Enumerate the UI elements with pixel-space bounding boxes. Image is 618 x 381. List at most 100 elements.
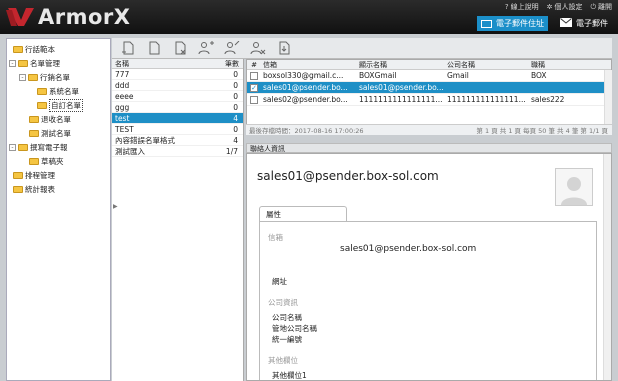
import-icon bbox=[279, 41, 290, 55]
app-name: ArmorX bbox=[38, 5, 131, 29]
folder-icon bbox=[18, 143, 28, 151]
doc-plus-icon bbox=[122, 41, 134, 55]
contact-row-selected[interactable]: ✓ sales01@psender.bo... sales01@psender.… bbox=[247, 82, 611, 94]
collapse-icon[interactable]: - bbox=[9, 143, 16, 151]
doc-x-icon bbox=[175, 41, 186, 55]
company-info-section-label: 公司資訊 bbox=[268, 298, 298, 307]
armorx-logo[interactable]: ArmorX bbox=[6, 6, 130, 28]
contact-details-panel: sales01@psender.box-sol.com 屬性 信箱 sales0… bbox=[246, 153, 612, 381]
envelope-icon bbox=[560, 18, 572, 29]
row-checkbox[interactable] bbox=[250, 95, 258, 104]
details-scrollbar[interactable] bbox=[603, 154, 611, 380]
mail-value: sales01@psender.box-sol.com bbox=[340, 244, 477, 254]
group-row[interactable]: 測試匯入 1/7 bbox=[112, 146, 243, 157]
folder-icon bbox=[28, 73, 38, 81]
folder-icon bbox=[37, 87, 47, 95]
group-count-header[interactable]: 筆數 bbox=[222, 59, 239, 68]
list-toolbar bbox=[112, 38, 612, 59]
question-icon: ? bbox=[504, 3, 509, 11]
group-row[interactable]: ggg 0 bbox=[112, 102, 243, 113]
delete-list-button[interactable] bbox=[172, 40, 188, 56]
tab-address-book[interactable]: 電子郵件住址 bbox=[477, 16, 548, 31]
group-list: 名稱 筆數 777 0 ddd 0 eeee 0 ggg 0 test 4 TEST 0 內… bbox=[112, 59, 244, 381]
contact-title: sales01@psender.box-sol.com bbox=[257, 169, 439, 183]
folder-icon bbox=[13, 171, 23, 179]
last-saved-text: 最後存檔時間：2017-08-16 17:00:26 bbox=[249, 127, 364, 135]
help-link[interactable]: ? 線上說明 bbox=[505, 2, 539, 12]
person-silhouette-icon bbox=[561, 177, 587, 205]
add-contact-button[interactable] bbox=[198, 40, 214, 56]
group-list-header: 名稱 筆數 bbox=[112, 59, 243, 69]
sidebar-item-schedule[interactable]: 排程管理 bbox=[13, 169, 55, 181]
logo-mark-icon bbox=[6, 6, 36, 28]
pagination-controls[interactable]: 第 1 頁 共 1 頁 每頁 50 筆 共 4 筆 第 1/1 頁 bbox=[476, 125, 612, 135]
sidebar-item-bounce-list[interactable]: 退收名單 bbox=[29, 113, 71, 125]
sidebar-item-marketing-list[interactable]: - 行銷名單 bbox=[19, 71, 70, 83]
expand-arrow-icon[interactable]: ▶ bbox=[113, 203, 118, 210]
group-row[interactable]: TEST 0 bbox=[112, 124, 243, 135]
sidebar-item-system-list[interactable]: 系統名單 bbox=[37, 85, 79, 97]
folder-icon bbox=[13, 185, 23, 193]
group-row[interactable]: eeee 0 bbox=[112, 91, 243, 102]
sidebar-item-drafts[interactable]: 草稿夾 bbox=[29, 155, 64, 167]
col-num-header[interactable]: # bbox=[247, 61, 261, 69]
tab-properties[interactable]: 屬性 bbox=[259, 206, 347, 222]
contacts-scrollbar[interactable] bbox=[604, 70, 612, 124]
properties-body: 信箱 sales01@psender.box-sol.com 網址 公司資訊 公… bbox=[259, 221, 597, 380]
other-section-label: 其他欄位 bbox=[268, 356, 298, 365]
sidebar-item-custom-list[interactable]: 自訂名單 bbox=[37, 98, 83, 112]
folder-icon bbox=[13, 45, 23, 53]
edit-list-button[interactable] bbox=[146, 40, 162, 56]
user-edit-icon bbox=[224, 41, 240, 55]
contact-row[interactable]: sales02@psender.bo... 1111111111111111..… bbox=[247, 94, 611, 106]
import-button[interactable] bbox=[276, 40, 292, 56]
group-row[interactable]: ddd 0 bbox=[112, 80, 243, 91]
sidebar-item-templates[interactable]: 行話範本 bbox=[13, 43, 55, 55]
row-checkbox-checked[interactable]: ✓ bbox=[250, 83, 258, 92]
col-company-header[interactable]: 公司名稱 bbox=[445, 60, 529, 70]
doc-edit-icon bbox=[149, 41, 160, 55]
group-row[interactable]: 777 0 bbox=[112, 69, 243, 80]
website-label: 網址 bbox=[272, 277, 287, 286]
group-row-selected[interactable]: test 4 bbox=[112, 113, 243, 124]
collapse-icon[interactable]: - bbox=[9, 59, 16, 67]
contact-row[interactable]: boxsol330@gmail.c... BOXGmail Gmail BOX bbox=[247, 70, 611, 82]
group-row[interactable]: 內容錯誤名單格式 4 bbox=[112, 135, 243, 146]
company-name-label: 公司名稱 bbox=[272, 313, 302, 322]
contacts-pager: 最後存檔時間：2017-08-16 17:00:26 第 1 頁 共 1 頁 每… bbox=[246, 124, 612, 135]
col-title-header[interactable]: 職稱 bbox=[529, 60, 599, 70]
folder-icon bbox=[29, 115, 39, 123]
other-field-label: 其他欄位1 bbox=[272, 371, 307, 380]
col-mail-header[interactable]: 信箱 bbox=[261, 60, 357, 70]
tax-id-label: 統一編號 bbox=[272, 335, 302, 344]
sidebar-item-compose-newsletter[interactable]: - 撰寫電子報 bbox=[9, 141, 68, 153]
folder-icon bbox=[18, 59, 28, 67]
new-list-button[interactable] bbox=[120, 40, 136, 56]
avatar bbox=[555, 168, 593, 206]
folder-icon bbox=[29, 157, 39, 165]
edit-contact-button[interactable] bbox=[224, 40, 240, 56]
sidebar-tree: 行話範本 - 名單管理 - 行銷名單 系統名單 自訂名單 退收名單 測試名單 - 撰寫… bbox=[6, 38, 111, 381]
settings-link[interactable]: ✲ 個人設定 bbox=[547, 2, 583, 12]
app-header: ArmorX ? 線上說明 ✲ 個人設定 ⏻ 離開 電子郵件住址 電子郵件 bbox=[0, 0, 618, 34]
col-display-header[interactable]: 顯示名稱 bbox=[357, 60, 445, 70]
top-tabs: 電子郵件住址 電子郵件 bbox=[477, 16, 612, 31]
group-name-header[interactable]: 名稱 bbox=[112, 59, 222, 68]
user-x-icon bbox=[250, 42, 266, 55]
folder-icon bbox=[29, 129, 39, 137]
folder-icon bbox=[37, 101, 47, 109]
collapse-icon[interactable]: - bbox=[19, 73, 26, 81]
power-icon: ⏻ bbox=[590, 2, 596, 11]
row-checkbox[interactable] bbox=[250, 71, 258, 80]
sidebar-item-reports[interactable]: 統計報表 bbox=[13, 183, 55, 195]
top-links: ? 線上說明 ✲ 個人設定 ⏻ 離開 bbox=[505, 2, 612, 12]
logout-link[interactable]: ⏻ 離開 bbox=[590, 2, 612, 12]
sidebar-item-list-management[interactable]: - 名單管理 bbox=[9, 57, 60, 69]
details-panel-header: 聯絡人資訊 bbox=[246, 143, 612, 153]
tab-email[interactable]: 電子郵件 bbox=[556, 16, 612, 31]
mail-section-label: 信箱 bbox=[268, 233, 283, 242]
sidebar-item-test-list[interactable]: 測試名單 bbox=[29, 127, 71, 139]
user-plus-icon bbox=[198, 41, 214, 55]
remove-contact-button[interactable] bbox=[250, 40, 266, 56]
gear-icon: ✲ bbox=[546, 3, 553, 11]
